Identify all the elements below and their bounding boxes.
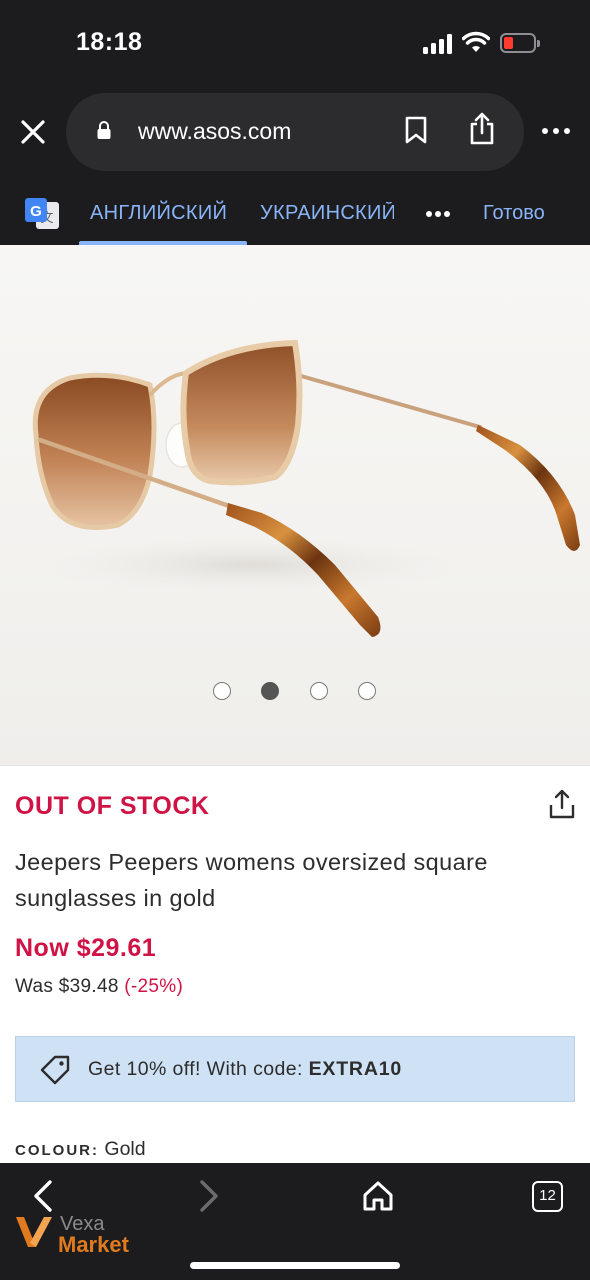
address-bar[interactable] [66,93,524,171]
more-options-icon[interactable] [542,128,572,136]
lock-icon [97,121,111,139]
promo-text: Get 10% off! With code: EXTRA10 [88,1058,402,1081]
translate-done-button[interactable]: Готово [483,202,545,225]
translate-more-icon[interactable] [426,211,450,217]
browser-bar: www.asos.com [0,90,590,182]
sunglasses-image [30,339,580,637]
promo-banner: Get 10% off! With code: EXTRA10 [15,1036,575,1102]
stock-status: OUT OF STOCK [15,792,210,820]
back-icon[interactable] [30,1179,56,1213]
colour-row: COLOUR: Gold [15,1138,146,1161]
previous-price: Was $39.48 (-25%) [15,976,183,998]
home-indicator[interactable] [190,1262,400,1269]
promo-code[interactable]: EXTRA10 [309,1058,402,1080]
tab-target-language[interactable]: УКРАИНСКИЙ [260,202,394,225]
browser-toolbar: 12 Vexa Market [0,1163,590,1280]
tabs-button[interactable]: 12 [532,1181,563,1212]
current-price: Now $29.61 [15,934,157,962]
home-icon[interactable] [361,1179,395,1213]
was-price-text: Was $39.48 [15,976,119,997]
watermark-logo: Vexa Market [14,1213,144,1257]
bookmark-icon[interactable] [404,116,428,144]
watermark-line2: Market [58,1232,129,1257]
promo-message: Get 10% off! With code: [88,1058,303,1080]
forward-icon[interactable] [196,1179,222,1213]
carousel-dot[interactable] [358,682,376,700]
share-icon[interactable] [468,112,496,146]
product-details: OUT OF STOCK Jeepers Peepers womens over… [0,765,590,1165]
carousel-dot-active[interactable] [261,682,279,700]
close-icon[interactable] [18,117,48,147]
carousel-dot[interactable] [213,682,231,700]
vexa-logo-icon [16,1217,52,1247]
google-translate-icon: 文 G [25,198,59,229]
url-text[interactable]: www.asos.com [138,118,291,145]
status-time: 18:18 [76,28,143,56]
cellular-signal-icon [423,34,453,54]
product-image-carousel[interactable] [0,245,590,765]
colour-label: COLOUR: [15,1142,99,1159]
carousel-dot[interactable] [310,682,328,700]
wifi-icon [462,31,490,52]
battery-icon [500,33,540,53]
translate-bar: 文 G АНГЛИЙСКИЙ УКРАИНСКИЙ Готово [0,182,590,245]
carousel-pagination [0,681,590,701]
discount-percent: (-25%) [124,976,184,997]
price-tag-icon [40,1055,70,1085]
colour-value: Gold [104,1138,146,1160]
product-title: Jeepers Peepers womens oversized square … [15,849,488,911]
svg-text:G: G [30,203,42,220]
tab-source-language[interactable]: АНГЛИЙСКИЙ [90,202,227,225]
share-icon[interactable] [548,788,576,820]
status-bar: 18:18 [0,0,590,90]
